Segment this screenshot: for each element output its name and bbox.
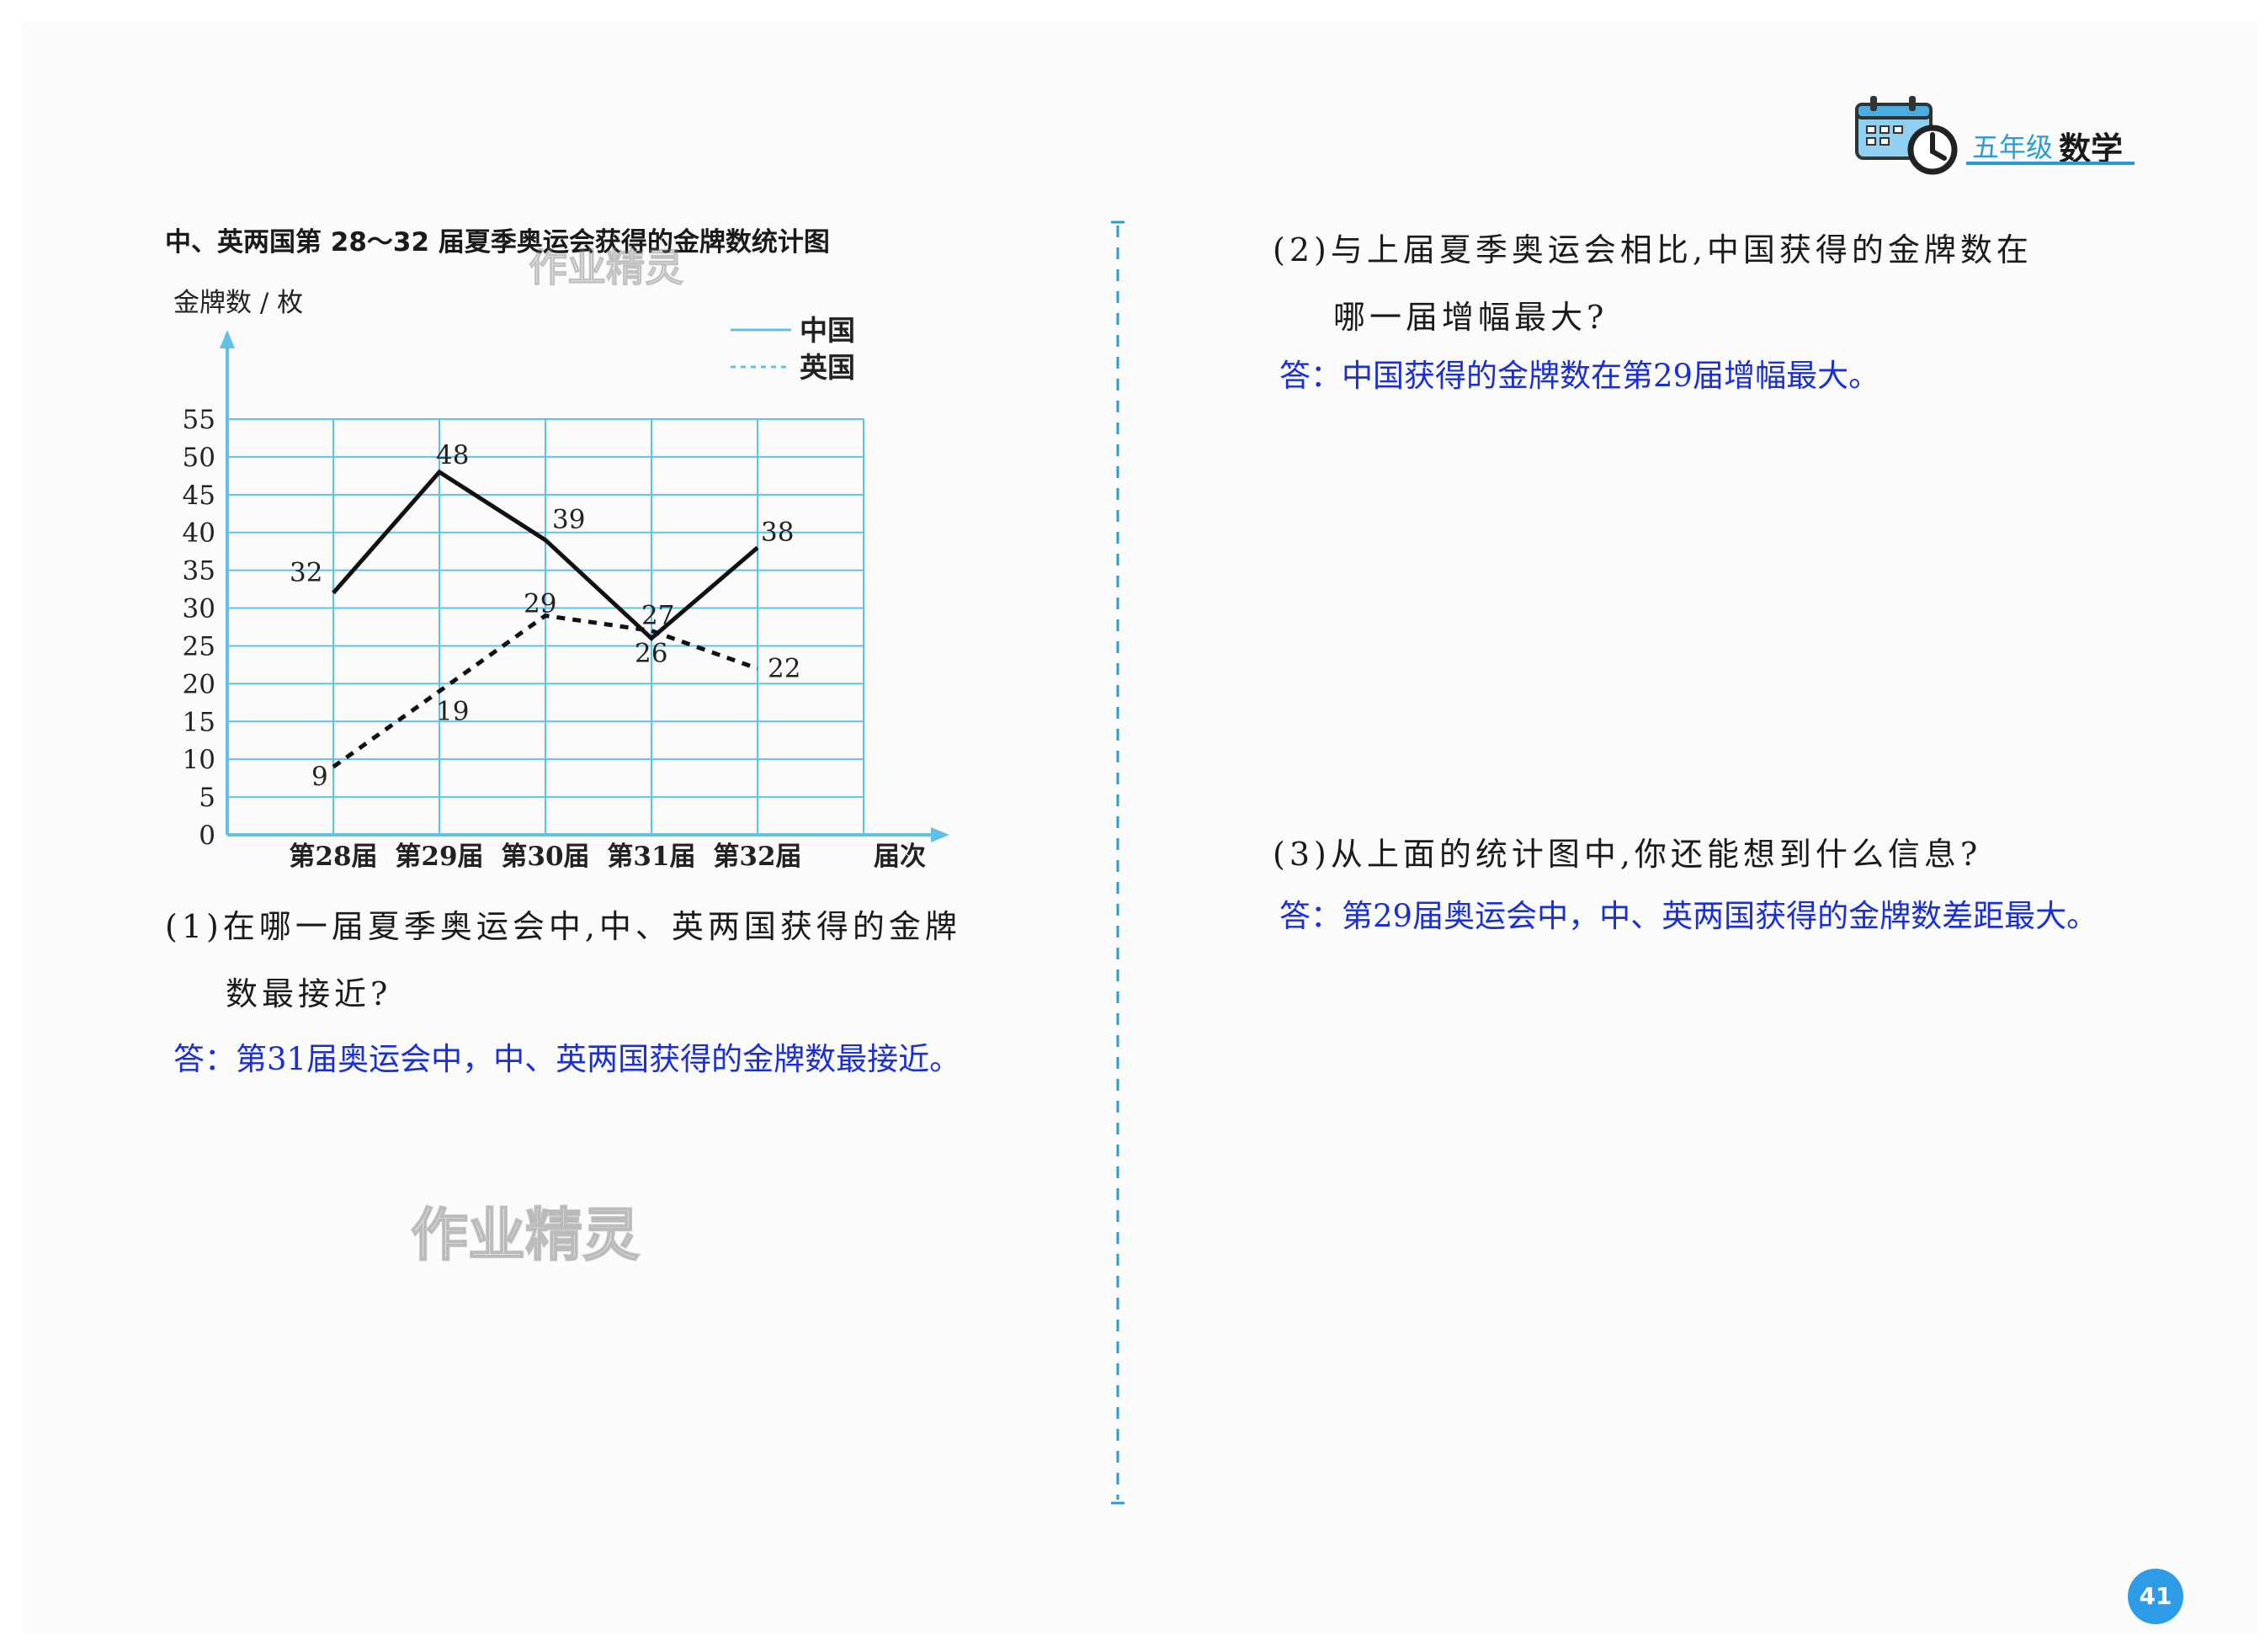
- y-tick-label: 25: [183, 631, 215, 661]
- x-axis-arrow: [931, 827, 949, 842]
- x-tick-label: 第31届: [607, 842, 695, 872]
- x-tick-label: 第32届: [713, 842, 801, 872]
- y-tick-label: 0: [199, 821, 215, 851]
- legend-label: 英国: [800, 351, 855, 384]
- x-tick-label: 第29届: [395, 842, 483, 872]
- question-2-line-2: 哪一届增幅最大?: [1333, 299, 1608, 336]
- data-label: 38: [761, 518, 794, 548]
- page-divider: [1111, 220, 1125, 1505]
- x-tick-label: 第28届: [289, 842, 377, 872]
- answer-2: 答：中国获得的金牌数在第29届增幅最大。: [1279, 358, 1880, 394]
- y-axis-arrow: [220, 330, 235, 348]
- y-tick-label: 55: [183, 405, 215, 435]
- data-label: 22: [768, 653, 800, 683]
- y-axis-label: 金牌数 / 枚: [173, 288, 303, 318]
- y-tick-label: 35: [183, 556, 215, 587]
- legend-label: 中国: [800, 314, 855, 347]
- calendar-clock-icon: [1855, 96, 1958, 175]
- x-tick-label: 第30届: [501, 842, 589, 872]
- question-2-line-1: (2)与上届夏季奥运会相比,中国获得的金牌数在: [1273, 231, 2033, 268]
- question-1-line-1: (1)在哪一届夏季奥运会中,中、英两国获得的金牌: [165, 908, 961, 945]
- data-label: 26: [635, 638, 667, 668]
- watermark: 作业精灵: [529, 245, 684, 291]
- y-tick-label: 20: [183, 669, 215, 699]
- question-3: (3)从上面的统计图中,你还能想到什么信息?: [1273, 836, 1982, 873]
- data-label: 32: [290, 558, 322, 588]
- x-axis-label: 届次: [874, 842, 926, 872]
- chart-title: 中、英两国第 28～32 届夏季奥运会获得的金牌数统计图: [165, 227, 830, 258]
- data-label: 9: [311, 762, 328, 792]
- y-tick-label: 50: [183, 443, 215, 473]
- data-label: 48: [436, 440, 469, 470]
- line-chart: 0510152025303540455055金牌数 / 枚届次第28届 第29届第…: [173, 288, 949, 872]
- y-tick-label: 10: [183, 745, 215, 775]
- header-underline: [1966, 162, 2135, 165]
- watermark: 作业精灵: [410, 1202, 641, 1270]
- answer-3: 答：第29届奥运会中，中、英两国获得的金牌数差距最大。: [1279, 898, 2098, 934]
- y-tick-label: 40: [183, 518, 215, 549]
- data-label: 19: [436, 696, 469, 726]
- answer-1: 答：第31届奥运会中，中、英两国获得的金牌数最接近。: [173, 1041, 961, 1077]
- y-tick-label: 45: [183, 481, 215, 511]
- question-1-line-2: 数最接近?: [226, 975, 392, 1012]
- page-number: 41: [2128, 1569, 2183, 1624]
- grade-label: 五年级: [1972, 131, 2054, 163]
- y-tick-label: 15: [183, 707, 215, 737]
- data-label: 29: [524, 589, 556, 619]
- data-label: 27: [641, 600, 674, 630]
- data-label: 39: [552, 505, 585, 535]
- y-tick-label: 5: [199, 783, 215, 813]
- y-tick-label: 30: [183, 594, 215, 624]
